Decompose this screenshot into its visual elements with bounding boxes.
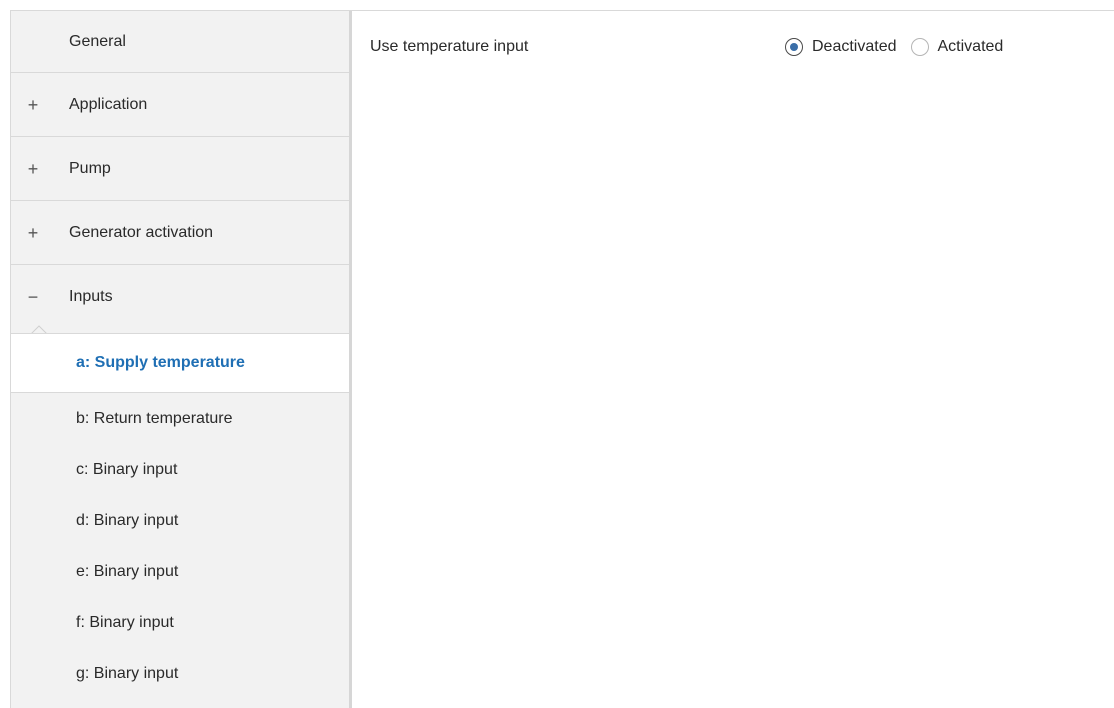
sidebar-item-label: Generator activation xyxy=(69,224,214,241)
expand-sign-icon xyxy=(25,11,41,75)
sidebar-subitem-label: d: Binary input xyxy=(76,512,179,529)
sidebar: General + Application + Pump + Generator… xyxy=(11,11,352,708)
sidebar-subitem-binary-input-d[interactable]: d: Binary input xyxy=(11,495,352,546)
sidebar-top-items: General + Application + Pump + Generator… xyxy=(11,11,349,329)
radio-label[interactable]: Deactivated xyxy=(812,33,897,61)
sidebar-subitem-binary-input-g[interactable]: g: Binary input xyxy=(11,648,352,699)
sidebar-sub-items: a: Supply temperature b: Return temperat… xyxy=(11,333,352,699)
sidebar-subitem-binary-input-f[interactable]: f: Binary input xyxy=(11,597,352,648)
sidebar-subitem-supply-temperature[interactable]: a: Supply temperature xyxy=(11,333,352,393)
sidebar-item-inputs[interactable]: − Inputs xyxy=(11,265,349,329)
radio-button-unchecked[interactable] xyxy=(910,38,929,56)
plus-icon[interactable]: + xyxy=(25,73,41,137)
sidebar-item-label: Inputs xyxy=(69,288,113,305)
sidebar-item-pump[interactable]: + Pump xyxy=(11,137,349,201)
parameter-row-use-temperature-input: Use temperature input Deactivated Activa… xyxy=(370,33,1070,61)
sidebar-subitem-label: b: Return temperature xyxy=(76,410,233,427)
sidebar-item-general[interactable]: General xyxy=(11,11,349,73)
sidebar-item-label: General xyxy=(69,33,126,50)
plus-icon[interactable]: + xyxy=(25,201,41,265)
parameter-panel: Use temperature input Deactivated Activa… xyxy=(352,11,1114,708)
minus-icon[interactable]: − xyxy=(25,265,41,329)
sidebar-subitem-label: g: Binary input xyxy=(76,665,179,682)
sidebar-subitem-binary-input-c[interactable]: c: Binary input xyxy=(11,444,352,495)
radio-activated[interactable]: Activated xyxy=(910,33,1004,61)
sidebar-subitem-label: f: Binary input xyxy=(76,614,174,631)
plus-icon[interactable]: + xyxy=(25,137,41,201)
sidebar-item-application[interactable]: + Application xyxy=(11,73,349,137)
radio-deactivated[interactable]: Deactivated xyxy=(785,33,897,61)
sidebar-item-label: Pump xyxy=(69,160,111,177)
sidebar-subitem-label: e: Binary input xyxy=(76,563,179,580)
sidebar-subitem-return-temperature[interactable]: b: Return temperature xyxy=(11,393,352,444)
sidebar-subitem-label: a: Supply temperature xyxy=(76,354,245,371)
radio-button-checked[interactable] xyxy=(785,38,803,56)
sidebar-subitem-label: c: Binary input xyxy=(76,461,178,478)
sidebar-item-label: Application xyxy=(69,96,148,113)
sidebar-subitem-binary-input-e[interactable]: e: Binary input xyxy=(11,546,352,597)
radio-label[interactable]: Activated xyxy=(938,33,1004,61)
sidebar-item-generator-activation[interactable]: + Generator activation xyxy=(11,201,349,265)
radio-group: Deactivated Activated xyxy=(785,33,1017,61)
parameter-label: Use temperature input xyxy=(370,38,529,55)
